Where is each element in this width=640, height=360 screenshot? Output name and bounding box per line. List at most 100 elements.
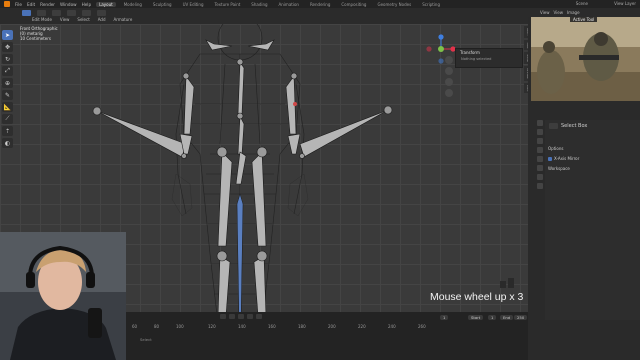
mode-dropdown[interactable] [37,10,46,16]
start-frame-field[interactable]: 1 [488,315,497,320]
prev-key-icon[interactable] [229,314,235,319]
active-tool-tab[interactable]: Active Tool [570,17,598,22]
properties-tabs [535,120,545,320]
world-tab-icon[interactable] [537,165,543,171]
ruler-tick: 160 [268,324,276,329]
bone-icon[interactable]: ⟋ [2,114,13,124]
viewport-menu: Edit Mode View Select Add Armature [32,17,132,22]
tab-animation[interactable]: Animation [276,2,302,7]
global-orientation-dropdown[interactable] [52,10,61,16]
tab-modeling[interactable]: Modeling [121,2,145,7]
view-layer-tab-icon[interactable] [537,147,543,153]
tab-shading[interactable]: Shading [248,2,270,7]
xaxis-mirror-checkbox[interactable]: X-Axis Mirror [548,156,579,161]
menu-view-2[interactable]: View [554,10,564,15]
webcam-overlay [0,232,126,360]
ruler-tick: 240 [388,324,396,329]
render-tab-icon[interactable] [537,129,543,135]
output-tab-icon[interactable] [537,138,543,144]
tool-shelf: ➤ ✥ ↻ ⤢ ⊕ ✎ 📐 ⟋ ⇡ ◐ [2,30,13,148]
next-key-icon[interactable] [247,314,253,319]
menu-view[interactable]: View [60,17,70,22]
ruler-tick: 140 [238,324,246,329]
jump-start-icon[interactable] [220,314,226,319]
move-icon[interactable]: ✥ [2,42,13,52]
viewport-header: Edit Mode View Select Add Armature [0,8,528,24]
tab-scripting[interactable]: Scripting [419,2,443,7]
keystroke-caption: Mouse wheel up x 3 [430,291,524,303]
play-icon[interactable] [238,314,244,319]
extrude-icon[interactable]: ⇡ [2,126,13,136]
menu-armature[interactable]: Armature [114,17,133,22]
ruler-tick: 120 [208,324,216,329]
select-box-icon[interactable] [549,123,558,129]
reference-image [531,17,640,101]
status-bar-left: Select [140,337,152,342]
scale-icon[interactable]: ⤢ [2,66,13,76]
tab-layout[interactable]: Layout [96,1,116,7]
menu-edit[interactable]: Edit [27,2,35,7]
transform-icon[interactable]: ⊕ [2,78,13,88]
jump-end-icon[interactable] [256,314,262,319]
proportional-icon[interactable] [97,10,106,16]
menu-window[interactable]: Window [60,2,77,7]
ruler-tick: 180 [298,324,306,329]
menu-image[interactable]: Image [567,10,580,15]
menu-view[interactable]: View [540,10,550,15]
camera-icon[interactable] [445,78,453,86]
zoom-icon[interactable] [445,56,453,64]
pan-hand-icon[interactable] [445,67,453,75]
scene-selector[interactable]: Scene [576,1,588,6]
properties-panel: Select Box Options X-Axis Mirror Workspa… [545,120,640,320]
end-frame-field[interactable]: 250 [514,315,528,320]
pivot-icon[interactable] [67,10,76,16]
menu-render[interactable]: Render [40,2,55,7]
menu-help[interactable]: Help [82,2,92,7]
transform-panel-title[interactable]: Transform [456,49,522,56]
tab-compositing[interactable]: Compositing [338,2,369,7]
top-menu-bar: File Edit Render Window Help Layout Mode… [0,0,640,8]
blender-logo-icon[interactable] [4,1,10,7]
tab-texture-paint[interactable]: Texture Paint [211,2,243,7]
cursor-icon[interactable]: ➤ [2,30,13,40]
select-box-label: Select Box [561,123,588,129]
end-frame-label: End [500,315,514,320]
rotate-icon[interactable]: ↻ [2,54,13,64]
keystroke-indicator-icon [500,278,514,288]
tab-geometry-nodes[interactable]: Geometry Nodes [374,2,414,7]
tab-uv-editing[interactable]: UV Editing [180,2,207,7]
ruler-tick: 80 [154,324,160,329]
workspace-section[interactable]: Workspace [548,166,570,171]
tab-rendering[interactable]: Rendering [307,2,333,7]
tool-tab-icon[interactable] [537,120,543,126]
ruler-tick: 260 [418,324,426,329]
menu-add[interactable]: Add [98,17,106,22]
grid-icon[interactable] [445,89,453,97]
roll-icon[interactable]: ◐ [2,138,13,148]
tab-sculpting[interactable]: Sculpting [150,2,175,7]
header-icons [22,10,106,16]
menu-select[interactable]: Select [77,17,89,22]
armature-tab-icon[interactable] [537,183,543,189]
object-tab-icon[interactable] [537,174,543,180]
start-frame-label: Start [468,315,484,320]
frame-ruler[interactable]: 40 60 80 100 120 140 160 180 200 220 240… [110,324,528,329]
snap-icon[interactable] [82,10,91,16]
ruler-tick: 100 [176,324,184,329]
current-frame-field[interactable]: 1 [440,315,449,320]
options-section[interactable]: Options [548,146,563,151]
editor-type-icon[interactable] [22,10,31,16]
select-box-row: Select Box [549,123,587,129]
ruler-tick: 60 [132,324,138,329]
transform-panel: Transform Nothing selected [455,48,523,68]
checkbox-checked-icon [548,157,552,161]
image-editor-header: View View Image [528,8,640,17]
edit-mode-label[interactable]: Edit Mode [32,17,52,22]
annotate-icon[interactable]: ✎ [2,90,13,100]
measure-icon[interactable]: 📐 [2,102,13,112]
ruler-tick: 200 [328,324,336,329]
view-layer-selector[interactable]: View Layer [614,1,636,6]
scene-tab-icon[interactable] [537,156,543,162]
xaxis-mirror-label: X-Axis Mirror [554,156,580,161]
menu-file[interactable]: File [15,2,22,7]
